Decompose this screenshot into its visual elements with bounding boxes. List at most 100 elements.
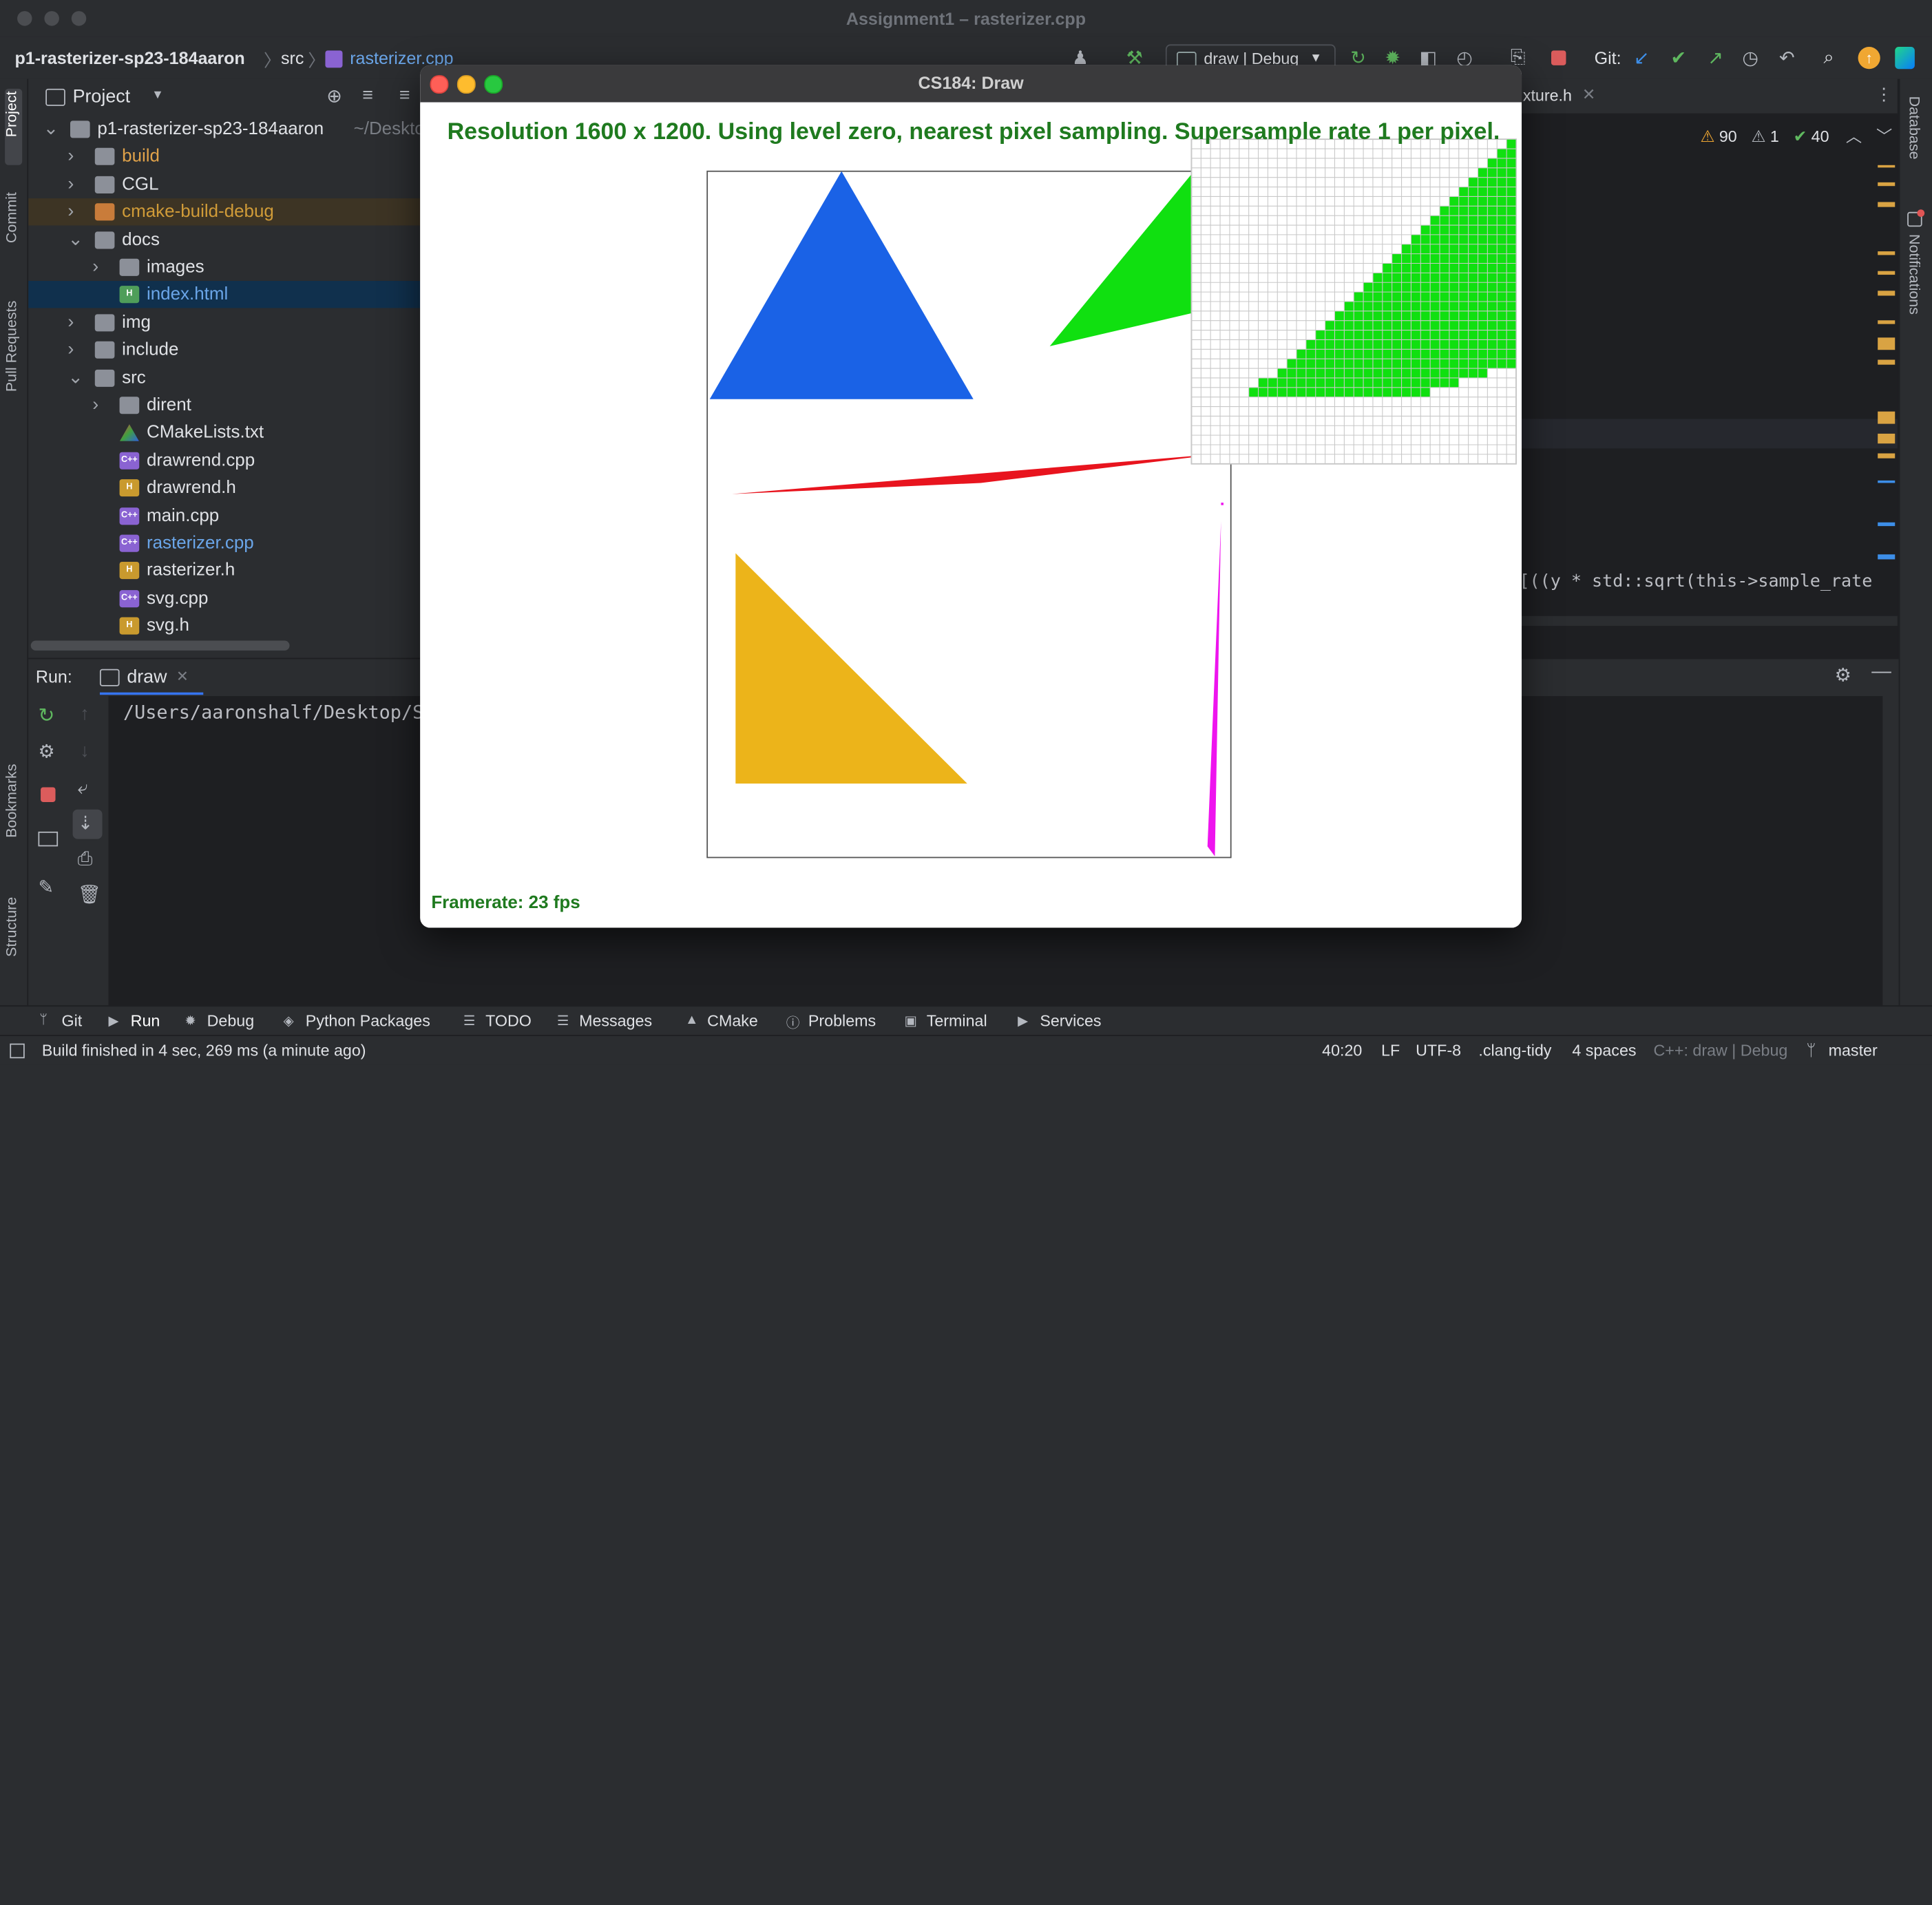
stripe-mark[interactable] [1878,251,1896,255]
stripe-mark[interactable] [1878,202,1896,207]
tool-pull-requests[interactable]: Pull Requests [3,301,20,392]
tree-item[interactable]: › include [28,337,420,364]
stripe-mark[interactable] [1878,522,1896,527]
breadcrumb-project[interactable]: p1-rasterizer-sp23-184aaron [14,48,244,68]
update-icon[interactable]: ↑ [1858,47,1880,70]
rerun-icon[interactable]: ↻ [38,704,54,728]
bottom-tab-debug[interactable]: Debug [207,1011,255,1030]
tree-item[interactable]: Hrasterizer.h [28,558,420,585]
tree-item[interactable]: ⌄ p1-rasterizer-sp23-184aaron ~/Desktop [28,116,421,143]
context-indicator[interactable]: C++: draw | Debug [1654,1041,1788,1060]
bottom-tab-terminal[interactable]: Terminal [927,1011,987,1030]
stripe-mark[interactable] [1878,359,1896,365]
chevron-down-icon[interactable]: ⌄ [67,364,83,391]
bottom-tab-messages[interactable]: Messages [579,1011,652,1030]
ide-logo-icon[interactable] [1895,47,1915,70]
tool-commit[interactable]: Commit [3,192,20,243]
git-update-icon[interactable]: ↙ [1634,47,1650,69]
inspection-widget[interactable]: ⚠ 90 ⚠ 1 ✔ 40 ︿ ﹀ [1701,123,1893,147]
tree-item[interactable]: C++ drawrend.cpp [28,447,420,474]
options-icon[interactable]: ≡ [399,85,410,105]
chevron-right-icon[interactable]: › [92,392,107,419]
bottom-tab-services[interactable]: Services [1040,1011,1101,1030]
file-encoding[interactable]: UTF-8 [1416,1041,1461,1060]
stripe-mark[interactable] [1878,182,1896,187]
hide-panel-icon[interactable]: — [1871,662,1891,684]
chevron-down-icon[interactable]: ⌄ [67,227,83,253]
raster-scene[interactable] [420,103,1522,928]
close-tab-icon[interactable]: ✕ [1582,85,1596,105]
stripe-mark[interactable] [1878,320,1896,324]
tree-item[interactable]: ⌄ src [28,364,420,391]
chevron-up-icon[interactable]: ︿ [1846,127,1862,145]
tree-item[interactable]: › images [28,254,420,281]
wrench-icon[interactable]: ⚙ [38,740,54,762]
soft-wrap-icon[interactable]: ⤶ [78,777,88,798]
chevron-down-icon[interactable]: ⌄ [43,116,59,143]
tree-item[interactable]: Hindex.html [28,281,421,309]
scroll-to-end-icon[interactable]: ⇣ [78,812,94,834]
tree-item[interactable]: › CGL [28,171,420,198]
draw-canvas[interactable]: Resolution 1600 x 1200. Using level zero… [420,102,1522,928]
stop-icon[interactable] [41,787,56,802]
tool-project[interactable]: Project [3,91,20,137]
chevron-down-icon[interactable]: ▼ [151,89,164,103]
stripe-mark[interactable] [1878,337,1896,350]
tree-item[interactable]: › cmake-build-debug [28,198,421,226]
tree-item[interactable]: › build [28,143,420,170]
close-tab-icon[interactable]: ✕ [176,668,189,685]
tree-item[interactable]: Hsvg.h [28,613,420,640]
trash-icon[interactable]: 🗑 [78,883,101,905]
breadcrumb-folder[interactable]: src [281,48,304,68]
tool-notifications[interactable]: Notifications [1906,234,1923,315]
print-icon[interactable]: ⎙ [78,849,93,870]
tree-item[interactable]: ⌄ docs [28,227,420,253]
editor-tab-texture-h[interactable]: xture.h [1523,86,1572,105]
settings-gear-icon[interactable]: ⚙ [1835,664,1851,686]
chevron-right-icon[interactable]: › [67,337,82,364]
collapse-all-icon[interactable]: ≡ [362,85,373,105]
stripe-mark[interactable] [1878,291,1896,296]
tree-item[interactable]: C++ svg.cpp [28,585,420,612]
locate-icon[interactable]: ⊕ [326,85,342,107]
chevron-right-icon[interactable]: › [92,254,107,281]
pin-icon[interactable]: ✎ [38,876,54,898]
stripe-mark[interactable] [1878,433,1896,444]
status-message[interactable]: Build finished in 4 sec, 269 ms (a minut… [42,1041,366,1060]
git-push-icon[interactable]: ↗ [1708,47,1723,69]
tool-bookmarks[interactable]: Bookmarks [3,764,20,837]
tool-structure[interactable]: Structure [3,897,20,957]
error-stripe[interactable] [1873,153,1896,596]
tree-item[interactable]: C++ main.cpp [28,502,420,529]
tree-item[interactable]: C++ rasterizer.cpp [28,529,420,556]
bottom-tab-python-packages[interactable]: Python Packages [306,1011,430,1030]
stop-icon[interactable] [1551,50,1566,65]
tool-database[interactable]: Database [1906,96,1923,160]
layout-icon[interactable] [38,831,59,847]
bottom-tab-cmake[interactable]: CMake [707,1011,758,1030]
tree-item[interactable]: › dirent [28,392,420,419]
code-line[interactable]: [((y * std::sqrt(this->sample_rate [1519,571,1895,591]
chevron-right-icon[interactable]: › [67,198,82,225]
chevron-down-icon[interactable]: ﹀ [1876,127,1892,145]
git-commit-icon[interactable]: ✔ [1671,47,1687,69]
scroll-down-icon[interactable]: ↓ [80,740,89,761]
tree-item[interactable]: Hdrawrend.h [28,474,420,501]
cursor-position[interactable]: 40:20 [1322,1041,1362,1060]
project-panel-title[interactable]: Project [73,86,131,107]
bottom-tab-git[interactable]: Git [61,1011,82,1030]
chevron-right-icon[interactable]: › [67,309,82,336]
chevron-right-icon[interactable]: › [67,171,82,198]
linter-status[interactable]: .clang-tidy [1478,1041,1551,1060]
stripe-mark[interactable] [1878,554,1896,560]
scroll-up-icon[interactable]: ↑ [80,704,89,724]
stripe-mark[interactable] [1878,165,1896,168]
run-tab-draw[interactable]: draw [127,666,167,687]
bottom-tab-run[interactable]: Run [131,1011,160,1030]
bottom-tab-problems[interactable]: Problems [808,1011,876,1030]
search-icon[interactable]: ⌕ [1823,47,1834,67]
tree-item[interactable]: CMakeLists.txt [28,419,420,446]
more-tabs-icon[interactable]: ⋮ [1876,84,1893,105]
chevron-right-icon[interactable]: › [67,143,82,170]
bottom-tab-todo[interactable]: TODO [485,1011,532,1030]
